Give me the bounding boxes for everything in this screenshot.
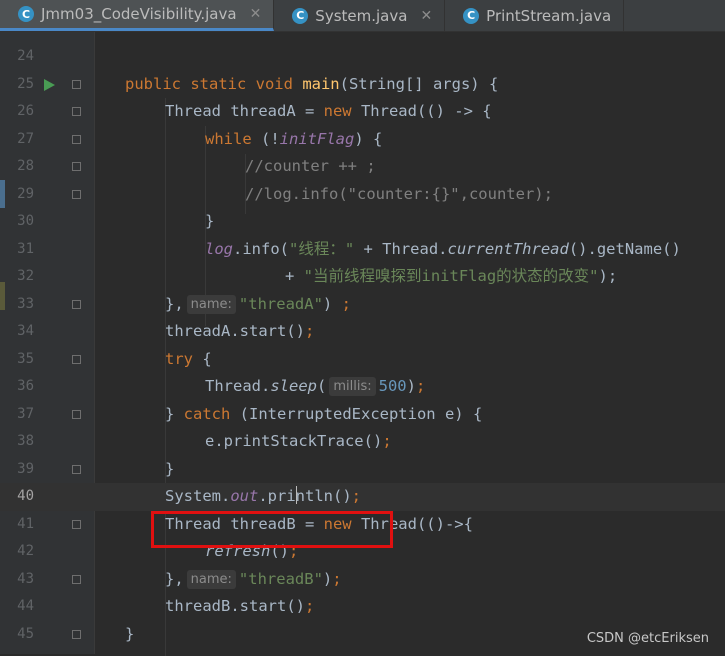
code-line: 24 [0, 43, 725, 71]
line-number: 35 [17, 350, 34, 367]
fold-marker-icon[interactable] [72, 409, 81, 419]
tab-printstream-java[interactable]: C PrintStream.java [445, 0, 625, 31]
line-number: 41 [17, 515, 34, 532]
fold-marker-icon[interactable] [72, 299, 81, 309]
line-number: 39 [17, 460, 34, 477]
line-number: 34 [17, 323, 34, 339]
code-text: log.info("线程：" + Thread.currentThread().… [205, 239, 681, 258]
fold-marker-icon[interactable] [72, 189, 81, 199]
code-line: 37 } catch (InterruptedException e) { [0, 401, 725, 429]
tab-label: Jmm03_CodeVisibility.java [41, 5, 237, 23]
code-text: System.out.println(); [165, 486, 361, 505]
code-text: try { [165, 349, 212, 368]
code-line: 32 + "当前线程嗅探到initFlag的状态的改变"); [0, 263, 725, 291]
fold-marker-icon[interactable] [72, 134, 81, 144]
line-number: 30 [17, 213, 34, 229]
parameter-hint: name: [186, 294, 236, 314]
line-number: 24 [17, 48, 34, 64]
code-text: Thread threadA = new Thread(() -> { [165, 102, 492, 120]
code-line: 31 log.info("线程：" + Thread.currentThread… [0, 236, 725, 264]
class-c-icon: C [463, 7, 480, 24]
line-number: 33 [17, 295, 34, 312]
code-line-current: 40 System.out.println(); [0, 483, 725, 511]
fold-marker-icon[interactable] [72, 574, 81, 584]
code-text: while (!initFlag) { [205, 129, 383, 148]
line-number: 26 [17, 103, 34, 119]
fold-marker-icon[interactable] [72, 464, 81, 474]
fold-marker-icon[interactable] [72, 629, 81, 639]
tab-jmm03-codevisibility[interactable]: C Jmm03_CodeVisibility.java ✕ [0, 0, 275, 31]
line-number: 29 [17, 185, 34, 202]
code-text: } [165, 459, 175, 478]
fold-marker-icon[interactable] [72, 519, 81, 529]
line-number: 25 [17, 75, 34, 92]
line-number: 27 [17, 130, 34, 147]
code-line: 33 }, name: "threadA") ; [0, 291, 725, 319]
code-editor[interactable]: 24 25 public static void main(String[] a… [0, 32, 725, 656]
line-number: 43 [17, 570, 34, 587]
line-number: 36 [17, 378, 34, 394]
code-text: e.printStackTrace(); [205, 432, 392, 450]
parameter-hint: name: [186, 569, 236, 589]
line-number: 40 [17, 488, 34, 504]
run-icon[interactable] [44, 78, 55, 91]
highlight-annotation-box [151, 511, 393, 548]
code-text: threadB.start(); [165, 597, 315, 615]
fold-marker-icon[interactable] [72, 354, 81, 364]
fold-marker-icon[interactable] [72, 107, 81, 116]
fold-marker-icon[interactable] [72, 79, 81, 89]
line-number: 42 [17, 543, 34, 559]
line-number: 38 [17, 433, 34, 449]
code-text: + "当前线程嗅探到initFlag的状态的改变"); [285, 267, 618, 285]
code-line: 44 threadB.start(); [0, 593, 725, 621]
code-text: } catch (InterruptedException e) { [165, 404, 483, 423]
tab-label: PrintStream.java [486, 6, 612, 25]
line-number: 37 [17, 405, 34, 422]
code-line: 35 try { [0, 346, 725, 374]
comment-text: //log.info("counter:{}",counter); [245, 184, 553, 203]
line-number: 28 [17, 158, 34, 174]
code-line: 36 Thread.sleep(millis: 500); [0, 373, 725, 401]
code-text: threadA.start(); [165, 322, 315, 340]
code-line: 29 //log.info("counter:{}",counter); [0, 181, 725, 209]
code-text: }, name: "threadA") ; [165, 294, 351, 314]
code-line: 27 while (!initFlag) { [0, 126, 725, 154]
code-text: }, name: "threadB"); [165, 569, 342, 589]
watermark: CSDN @etcEriksen [586, 631, 709, 646]
code-text: } [125, 624, 135, 643]
code-text: Thread.sleep(millis: 500); [205, 377, 426, 396]
close-icon[interactable]: ✕ [250, 6, 262, 22]
class-c-icon: C [18, 6, 34, 22]
line-number: 44 [17, 598, 34, 614]
code-line: 43 }, name: "threadB"); [0, 566, 725, 594]
code-line: 25 public static void main(String[] args… [0, 71, 725, 99]
code-text: } [205, 212, 215, 230]
line-number: 45 [17, 625, 34, 642]
tab-system-java[interactable]: C System.java ✕ [274, 0, 446, 31]
code-line: 38 e.printStackTrace(); [0, 428, 725, 456]
code-line: 34 threadA.start(); [0, 318, 725, 346]
fold-marker-icon[interactable] [72, 162, 81, 171]
code-line: 26 Thread threadA = new Thread(() -> { [0, 98, 725, 126]
comment-text: //counter ++ ; [245, 157, 376, 175]
editor-tab-bar: C Jmm03_CodeVisibility.java ✕ C System.j… [0, 0, 725, 32]
close-icon[interactable]: ✕ [420, 8, 432, 24]
parameter-hint: millis: [329, 377, 376, 396]
tab-label: System.java [315, 6, 408, 25]
code-line: 30 } [0, 208, 725, 236]
code-line: 28 //counter ++ ; [0, 153, 725, 181]
code-line: 39 } [0, 456, 725, 484]
code-text: public static void main(String[] args) { [125, 74, 499, 93]
class-c-icon: C [292, 7, 309, 24]
line-number: 31 [17, 240, 34, 257]
line-number: 32 [17, 268, 34, 284]
